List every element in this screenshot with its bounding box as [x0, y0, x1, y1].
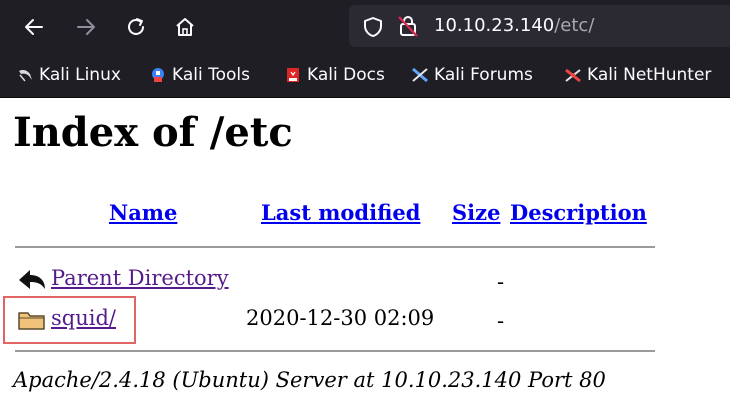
- kali-nethunter-icon: [565, 67, 581, 83]
- bookmark-label: Kali NetHunter: [587, 65, 712, 85]
- row-last-modified: 2020-12-30 02:09: [246, 306, 435, 330]
- bookmark-label: Kali Forums: [434, 65, 533, 85]
- column-header-size[interactable]: Size: [452, 200, 500, 225]
- footer-divider: [15, 350, 655, 352]
- kali-tools-icon: [150, 67, 166, 83]
- bookmark-kali-forums[interactable]: Kali Forums: [412, 65, 533, 85]
- bookmark-label: Kali Docs: [307, 65, 385, 85]
- bookmark-kali-nethunter[interactable]: Kali NetHunter: [565, 65, 711, 85]
- home-icon[interactable]: [172, 14, 198, 40]
- reload-icon[interactable]: [123, 14, 149, 40]
- column-header-name[interactable]: Name: [109, 200, 177, 225]
- browser-toolbar: 10.10.23.140/etc/: [0, 0, 730, 54]
- kali-forums-icon: [412, 67, 428, 83]
- tracking-shield-icon[interactable]: [363, 16, 383, 43]
- forward-arrow-icon[interactable]: [73, 14, 99, 40]
- highlight-box: [3, 296, 136, 344]
- page-title: Index of /etc: [13, 109, 293, 156]
- server-signature: Apache/2.4.18 (Ubuntu) Server at 10.10.2…: [13, 368, 606, 392]
- column-header-last-modified[interactable]: Last modified: [261, 200, 420, 225]
- url-text[interactable]: 10.10.23.140/etc/: [434, 15, 594, 36]
- bookmarks-bar: Kali Linux Kali Tools Kali Docs Kali For…: [0, 54, 730, 98]
- back-arrow-icon: [17, 268, 47, 296]
- url-bar[interactable]: 10.10.23.140/etc/: [349, 5, 730, 47]
- bookmark-kali-linux[interactable]: Kali Linux: [17, 65, 121, 85]
- row-size: -: [497, 309, 505, 333]
- bookmark-label: Kali Linux: [39, 65, 121, 85]
- kali-docs-icon: [285, 67, 301, 83]
- column-header-description[interactable]: Description: [510, 200, 647, 225]
- insecure-lock-icon[interactable]: [397, 14, 419, 43]
- row-size: -: [497, 270, 505, 294]
- bookmark-label: Kali Tools: [172, 65, 250, 85]
- kali-dragon-icon: [17, 67, 33, 83]
- url-host: 10.10.23.140: [434, 15, 555, 36]
- bookmark-kali-docs[interactable]: Kali Docs: [285, 65, 385, 85]
- back-arrow-icon[interactable]: [21, 14, 47, 40]
- directory-listing-page: Index of /etc Name Last modified Size De…: [0, 98, 730, 411]
- header-divider: [15, 246, 655, 248]
- bookmark-kali-tools[interactable]: Kali Tools: [150, 65, 250, 85]
- url-path: /etc/: [554, 15, 595, 36]
- parent-directory-link[interactable]: Parent Directory: [51, 266, 229, 290]
